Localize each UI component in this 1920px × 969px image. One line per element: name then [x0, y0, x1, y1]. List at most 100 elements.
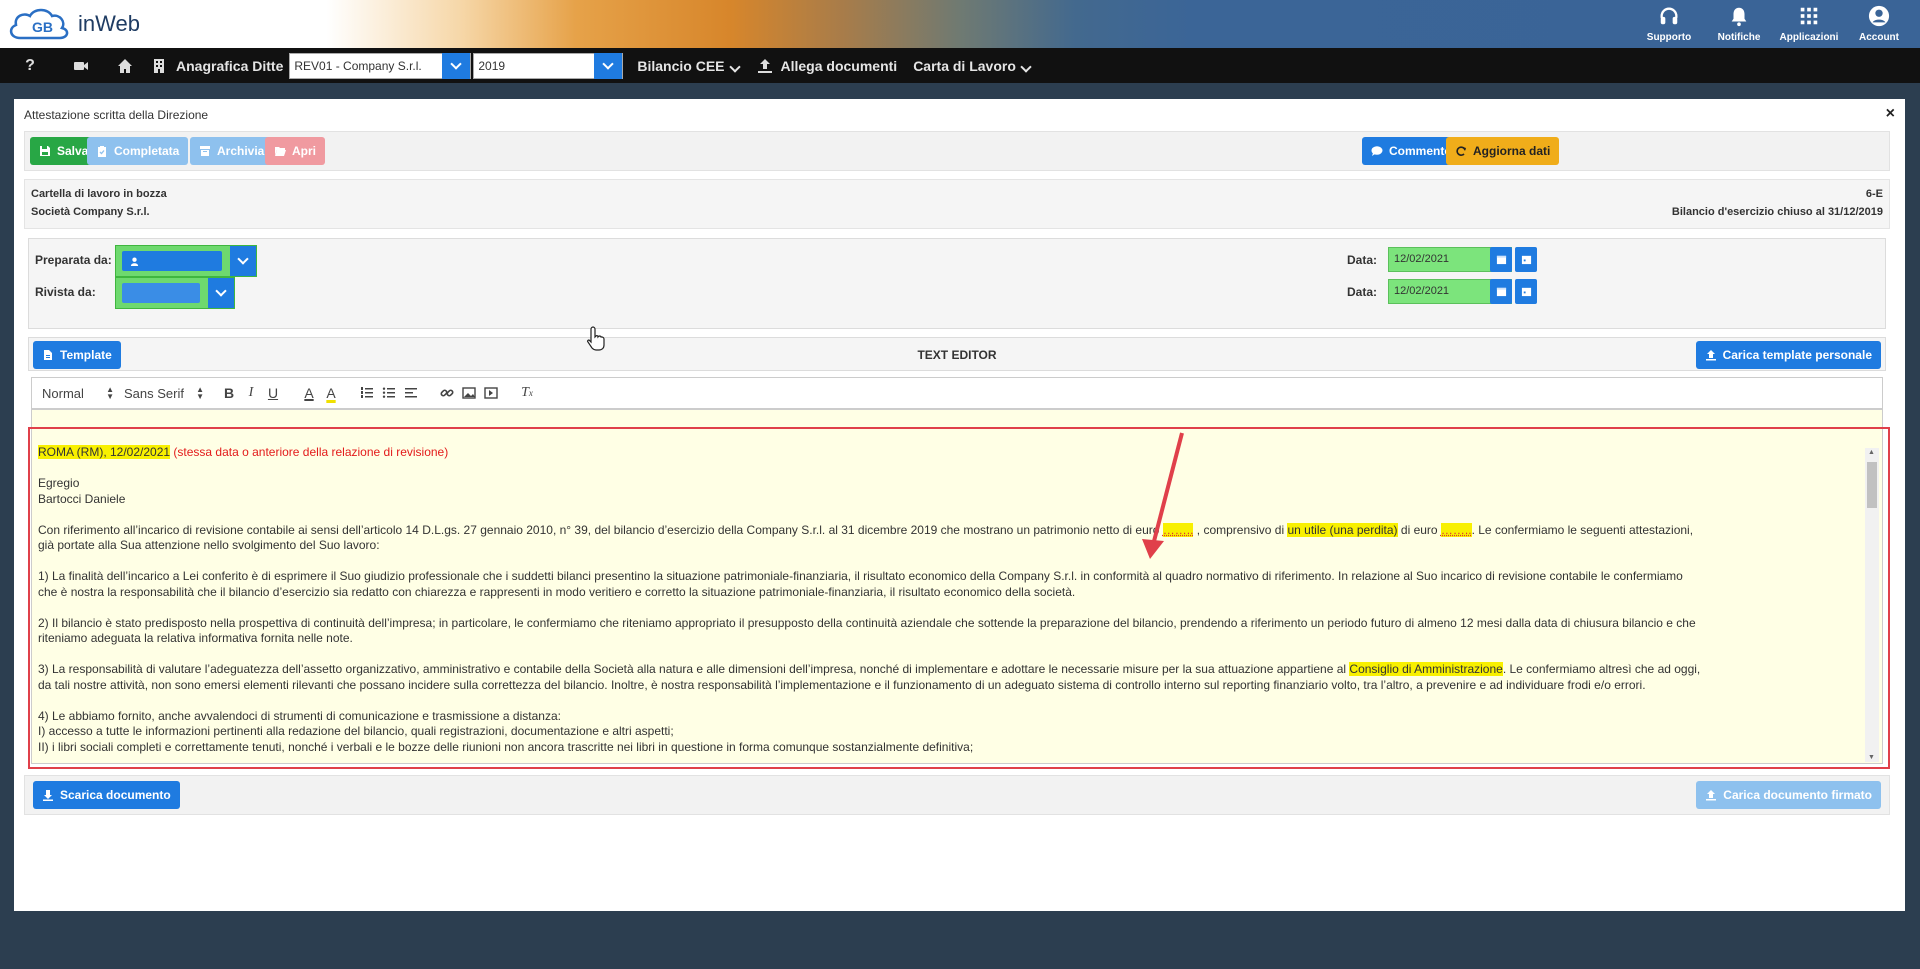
account-button[interactable]: Account [1844, 0, 1914, 48]
calendar-icon[interactable] [1515, 247, 1537, 272]
editor-content[interactable]: ROMA (RM), 12/02/2021 (stessa data o ant… [38, 445, 1866, 763]
highlight-text: un utile (una perdita) [1287, 522, 1398, 537]
paragraph-text: di euro [1397, 522, 1441, 537]
video-icon[interactable] [60, 48, 102, 83]
calendar-icon[interactable] [1490, 279, 1512, 304]
bilancio-text: Bilancio d'esercizio chiuso al 31/12/201… [1671, 206, 1883, 218]
rivista-label: Rivista da: [35, 285, 96, 299]
carta-di-lavoro-label: Carta di Lavoro [913, 57, 1016, 74]
paragraph-text: , comprensivo di [1193, 522, 1288, 537]
paragraph-text: . Le confermiamo le seguenti attestazion… [1471, 522, 1694, 537]
headset-icon [1660, 7, 1678, 25]
applications-label: Applicazioni [1779, 32, 1839, 43]
italic-icon[interactable]: I [240, 382, 262, 404]
page-card: Attestazione scritta della Direzione × S… [14, 99, 1905, 911]
logo[interactable]: GB inWeb [6, 4, 140, 44]
scroll-up-icon[interactable]: ▲ [1868, 449, 1875, 456]
paragraph-text: da tali nostre attività, non sono emersi… [38, 677, 1646, 692]
completata-label: Completata [114, 144, 180, 158]
building-icon [148, 48, 170, 83]
anagrafica-ditte-link[interactable]: Anagrafica Ditte [176, 58, 283, 74]
arrow-annotation-icon [1142, 432, 1184, 559]
aggiorna-dati-label: Aggiorna dati [1473, 144, 1551, 158]
preparata-select[interactable] [115, 245, 257, 277]
paragraph-text: I) accesso a tutte le informazioni perti… [38, 724, 674, 738]
paragraph-text: Con riferimento all’incarico di revision… [38, 522, 1163, 537]
applications-button[interactable]: Applicazioni [1774, 0, 1844, 48]
carta-di-lavoro-menu[interactable]: Carta di Lavoro [913, 57, 1032, 74]
upload-icon [1706, 790, 1717, 801]
preparata-label: Preparata da: [35, 253, 112, 267]
paragraph-text: 3) La responsabilità di valutare l’adegu… [38, 662, 1350, 676]
font-select[interactable]: Sans Serif ▲ ▼ [124, 385, 204, 401]
editor-toolbar: Normal ▲ ▼ Sans Serif ▲ ▼ B I U A A Tx [31, 377, 1883, 409]
data-label-2: Data: [1347, 285, 1378, 299]
upload-icon [1705, 350, 1716, 361]
carica-template-label: Carica template personale [1722, 348, 1872, 362]
commento-label: Commento [1389, 144, 1452, 158]
info-panel: Cartella di lavoro in bozza Società Comp… [24, 179, 1890, 229]
calendar-icon[interactable] [1490, 247, 1512, 272]
chevron-down-icon[interactable] [230, 246, 256, 276]
link-icon[interactable] [436, 382, 458, 404]
comment-icon [1371, 146, 1383, 156]
calendar-icon[interactable] [1515, 279, 1537, 304]
apri-button[interactable]: Apri [265, 137, 325, 165]
bilancio-cee-menu[interactable]: Bilancio CEE [637, 58, 741, 74]
archivia-button[interactable]: Archivia [190, 137, 274, 165]
support-label: Supporto [1646, 32, 1692, 43]
underline-icon[interactable]: U [262, 382, 284, 404]
paragraph-text: già portate alla Sua attenzione nello sv… [38, 538, 380, 552]
completata-button[interactable]: Completata [87, 137, 189, 165]
bell-icon [1731, 7, 1747, 27]
year-select[interactable]: 2019 [473, 52, 624, 79]
reviewers-panel: Preparata da: Rivista da: Data: 12/02/20… [28, 238, 1886, 329]
background-color-icon[interactable]: A [320, 382, 342, 404]
scarica-documento-button[interactable]: Scarica documento [33, 781, 180, 809]
heading-select[interactable]: Normal ▲ ▼ [42, 384, 114, 401]
scrollbar[interactable]: ▲ ▼ [1865, 448, 1879, 762]
text-color-icon[interactable]: A [298, 382, 320, 404]
allega-documenti-link[interactable]: Allega documenti [781, 58, 898, 74]
video-icon[interactable] [480, 382, 502, 404]
company-select[interactable]: REV01 - Company S.r.l. [289, 52, 472, 79]
align-icon[interactable] [400, 382, 422, 404]
chevron-down-icon[interactable] [442, 52, 471, 79]
sort-icon: ▲ ▼ [106, 384, 114, 401]
data-label-1: Data: [1347, 253, 1378, 267]
action-toolbar: Salva Completata Archivia Apri Commento … [24, 131, 1890, 171]
bold-icon[interactable]: B [218, 382, 240, 404]
hand-cursor-icon [586, 326, 605, 351]
editor-header: Template TEXT EDITOR Carica template per… [28, 337, 1886, 371]
user-icon [1868, 5, 1890, 27]
help-icon[interactable]: ? [0, 48, 60, 83]
notifications-button[interactable]: Notifiche [1704, 0, 1774, 48]
download-icon [43, 790, 53, 801]
bottom-toolbar: Scarica documento Carica documento firma… [24, 775, 1890, 815]
paragraph-text: . Le confermiamo altresì che ad oggi, [1502, 662, 1701, 676]
scarica-documento-label: Scarica documento [60, 788, 171, 802]
chevron-down-icon [1020, 60, 1032, 73]
year-select-value: 2019 [478, 58, 506, 73]
scroll-thumb[interactable] [1867, 462, 1877, 508]
bullet-list-icon[interactable] [378, 382, 400, 404]
save-icon [40, 146, 50, 156]
user-tag [122, 251, 222, 271]
chevron-down-icon[interactable] [594, 52, 623, 79]
support-button[interactable]: Supporto [1634, 0, 1704, 48]
ordered-list-icon[interactable] [356, 382, 378, 404]
editor-title: TEXT EDITOR [917, 348, 997, 362]
close-icon[interactable]: × [1886, 105, 1895, 123]
rivista-select[interactable] [115, 277, 235, 309]
chevron-down-icon[interactable] [208, 278, 234, 308]
aggiorna-dati-button[interactable]: Aggiorna dati [1446, 137, 1560, 165]
home-icon[interactable] [102, 48, 148, 83]
image-icon[interactable] [458, 382, 480, 404]
apri-label: Apri [292, 144, 316, 158]
carica-firmato-button[interactable]: Carica documento firmato [1696, 781, 1881, 809]
place-date: ROMA (RM), 12/02/2021 [38, 445, 171, 459]
clear-format-icon[interactable]: Tx [516, 382, 538, 404]
carica-template-button[interactable]: Carica template personale [1695, 341, 1881, 369]
account-label: Account [1859, 32, 1899, 43]
scroll-down-icon[interactable]: ▼ [1868, 754, 1875, 761]
